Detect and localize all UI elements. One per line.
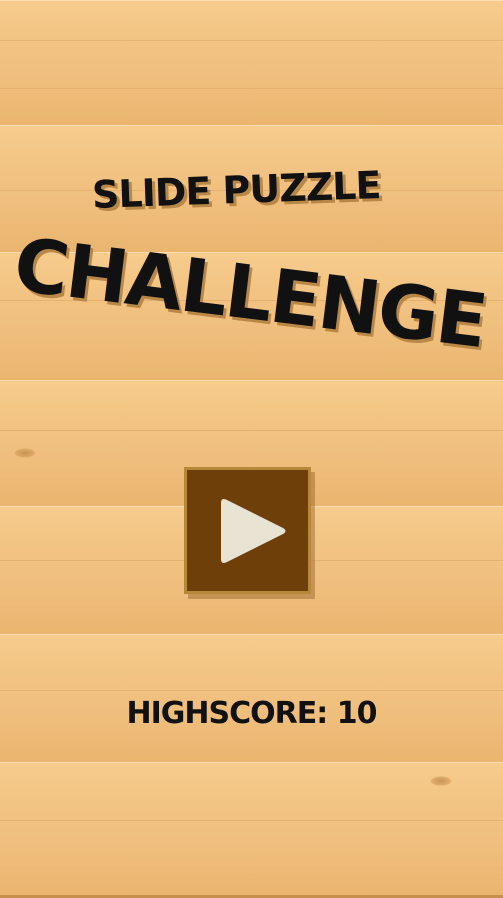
title-line-2: CHALLENGE xyxy=(9,222,491,366)
title-line-1: SLIDE PUZZLE xyxy=(91,162,382,218)
play-icon xyxy=(221,499,286,563)
wood-grain xyxy=(0,690,503,691)
wood-knot xyxy=(430,776,452,786)
highscore-label: HIGHSCORE: 10 xyxy=(126,696,378,731)
wood-knot xyxy=(14,448,36,458)
wood-grain xyxy=(0,430,503,431)
title-block: SLIDE PUZZLE CHALLENGE xyxy=(0,0,503,400)
wood-plank xyxy=(0,762,503,898)
play-button[interactable] xyxy=(184,467,311,594)
wood-grain xyxy=(0,820,503,821)
